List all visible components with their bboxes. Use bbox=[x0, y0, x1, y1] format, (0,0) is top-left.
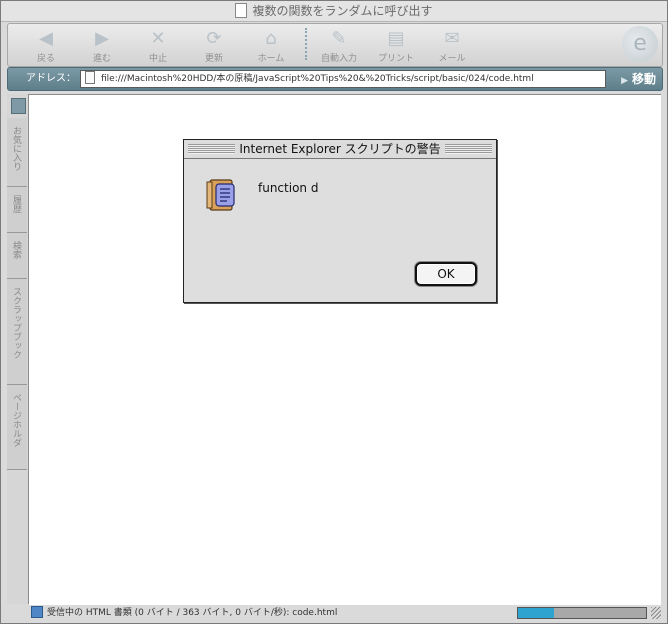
status-bar: 受信中の HTML 書類 (0 バイト / 363 バイト, 0 バイト/秒):… bbox=[7, 605, 661, 621]
dialog-message: function d bbox=[258, 181, 319, 195]
ok-button[interactable]: OK bbox=[415, 262, 477, 286]
stop-button[interactable]: ✕ 中止 bbox=[132, 27, 184, 64]
forward-button[interactable]: ▶ 進む bbox=[76, 27, 128, 64]
tab-page-holder-label: ページホルダ bbox=[11, 393, 21, 447]
alert-dialog: Internet Explorer スクリプトの警告 function d OK bbox=[183, 139, 497, 303]
go-button[interactable]: ▶ 移動 bbox=[621, 68, 656, 92]
refresh-button[interactable]: ⟳ 更新 bbox=[188, 27, 240, 64]
autofill-pen-icon: ✎ bbox=[331, 28, 347, 49]
back-label: 戻る bbox=[36, 54, 55, 64]
mail-label: メール bbox=[438, 54, 466, 64]
address-bar: アドレス： file:///Macintosh%20HDD/本の原稿/JavaS… bbox=[7, 67, 663, 91]
home-icon: ⌂ bbox=[265, 28, 277, 49]
back-button[interactable]: ◀ 戻る bbox=[20, 27, 72, 64]
print-label: プリント bbox=[377, 54, 414, 64]
tab-scrapbook-label: スクラップブック bbox=[11, 287, 21, 359]
explorer-bar: お気に入り 履歴 検索 スクラップブック ページホルダ bbox=[7, 94, 29, 604]
mail-button[interactable]: ✉ メール bbox=[426, 27, 478, 64]
refresh-icon: ⟳ bbox=[206, 28, 222, 49]
tab-history[interactable]: 履歴 bbox=[7, 187, 27, 233]
address-url: file:///Macintosh%20HDD/本の原稿/JavaScript%… bbox=[101, 74, 534, 84]
autofill-button[interactable]: ✎ 自動入力 bbox=[313, 27, 365, 64]
status-text: 受信中の HTML 書類 (0 バイト / 363 バイト, 0 バイト/秒):… bbox=[47, 608, 338, 618]
print-button[interactable]: ▤ プリント bbox=[370, 27, 422, 64]
dialog-title: Internet Explorer スクリプトの警告 bbox=[235, 142, 445, 156]
resize-handle[interactable] bbox=[651, 607, 661, 619]
dialog-title-bar[interactable]: Internet Explorer スクリプトの警告 bbox=[184, 140, 496, 159]
refresh-label: 更新 bbox=[204, 54, 223, 64]
address-label: アドレス： bbox=[26, 73, 76, 84]
stop-label: 中止 bbox=[148, 54, 167, 64]
ie-logo-icon: e bbox=[622, 26, 658, 62]
status-page-icon bbox=[31, 605, 43, 618]
toolbar-separator bbox=[305, 28, 307, 60]
script-alert-icon bbox=[206, 179, 235, 211]
progress-bar bbox=[517, 607, 647, 619]
progress-fill bbox=[518, 608, 554, 618]
title-bar[interactable]: 複数の関数をランダムに呼び出す bbox=[1, 1, 667, 22]
page-icon bbox=[85, 71, 95, 84]
tab-favorites[interactable]: お気に入り bbox=[7, 118, 27, 187]
address-input[interactable]: file:///Macintosh%20HDD/本の原稿/JavaScript%… bbox=[80, 70, 606, 88]
tab-page-holder[interactable]: ページホルダ bbox=[7, 385, 27, 470]
go-label: 移動 bbox=[631, 72, 656, 86]
home-button[interactable]: ⌂ ホーム bbox=[245, 27, 297, 64]
window-title: 複数の関数をランダムに呼び出す bbox=[252, 4, 433, 18]
tab-search-label: 検索 bbox=[11, 241, 21, 259]
go-arrow-icon: ▶ bbox=[621, 76, 628, 86]
browser-window: 複数の関数をランダムに呼び出す ◀ 戻る ▶ 進む ✕ 中止 ⟳ 更新 ⌂ ホー… bbox=[0, 0, 668, 624]
stop-x-icon: ✕ bbox=[150, 28, 166, 49]
toolbar: ◀ 戻る ▶ 進む ✕ 中止 ⟳ 更新 ⌂ ホーム ✎ 自動入力 ▤ プリント … bbox=[7, 23, 663, 67]
tab-history-label: 履歴 bbox=[11, 195, 21, 213]
forward-label: 進む bbox=[92, 54, 111, 64]
tab-search[interactable]: 検索 bbox=[7, 233, 27, 279]
autofill-label: 自動入力 bbox=[320, 54, 357, 64]
mail-icon: ✉ bbox=[444, 28, 460, 49]
forward-arrow-icon: ▶ bbox=[95, 28, 109, 49]
tab-scrapbook[interactable]: スクラップブック bbox=[7, 279, 27, 385]
explorer-bar-icon[interactable] bbox=[11, 98, 26, 114]
document-icon bbox=[235, 3, 248, 18]
back-arrow-icon: ◀ bbox=[39, 28, 53, 49]
printer-icon: ▤ bbox=[387, 28, 405, 49]
tab-favorites-label: お気に入り bbox=[11, 126, 21, 171]
home-label: ホーム bbox=[257, 54, 285, 64]
